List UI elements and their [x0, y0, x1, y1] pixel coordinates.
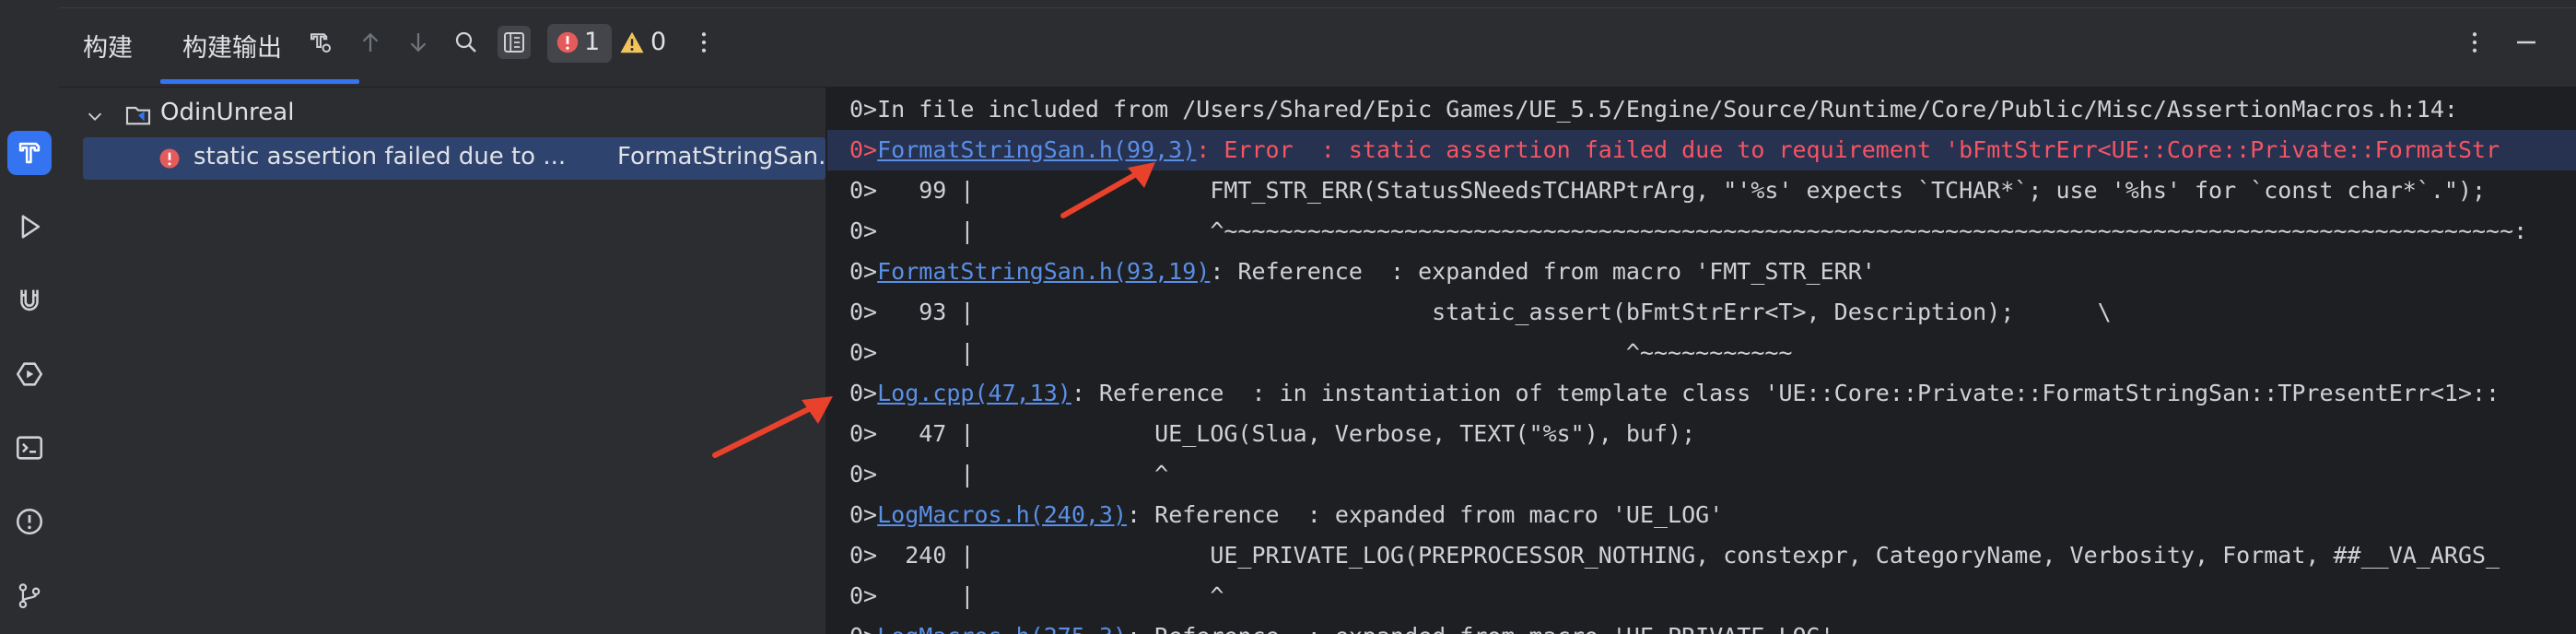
hammer-icon: [18, 142, 41, 164]
services-icon: [16, 362, 43, 386]
line-text: : Reference : in instantiation of templa…: [1071, 380, 2500, 406]
console-line: 0> 93 | static_assert(bFmtStrErr<T>, Des…: [849, 299, 2112, 325]
line-prefix: 0>: [849, 623, 877, 634]
tab-build[interactable]: 构建: [83, 28, 133, 64]
arrow-up-icon: [362, 32, 379, 52]
chevron-down-icon[interactable]: [85, 106, 105, 126]
debug-tool-button[interactable]: [7, 278, 52, 323]
console-line: 0>LogMacros.h(240,3): Reference : expand…: [849, 495, 1723, 535]
line-prefix: 0>: [849, 380, 878, 406]
next-message-button[interactable]: [402, 26, 435, 59]
console-line: 0>LogMacros.h(275,3): Reference : expand…: [849, 616, 1834, 634]
search-icon: [455, 31, 476, 53]
terminal-icon: [16, 436, 43, 460]
more-vertical-icon: [2472, 32, 2477, 53]
error-count: 1: [584, 28, 601, 56]
project-folder-icon: [125, 106, 151, 125]
tree-error-item[interactable]: static assertion failed due to ... Forma…: [83, 137, 841, 180]
error-icon: [556, 31, 579, 53]
build-tool-button[interactable]: [7, 131, 52, 175]
previous-message-button[interactable]: [354, 26, 387, 59]
line-text: : Reference : expanded from macro 'UE_LO…: [1127, 501, 1724, 528]
arrow-down-icon: [410, 33, 427, 53]
window-options-button[interactable]: [2458, 26, 2491, 59]
hide-window-button[interactable]: [2510, 26, 2543, 59]
more-options-button[interactable]: [687, 26, 720, 59]
run-tool-button[interactable]: [7, 205, 52, 249]
search-button[interactable]: [450, 26, 483, 59]
console-line: 0> | ^: [849, 582, 1224, 609]
annotation-arrow: [1060, 162, 1155, 218]
source-link[interactable]: LogMacros.h(240,3): [877, 501, 1127, 528]
tool-window-strip: [0, 0, 60, 634]
toggle-view-button[interactable]: [498, 26, 531, 59]
console-line: 0>Log.cpp(47,13): Reference : in instant…: [849, 373, 2500, 414]
tree-project-node[interactable]: OdinUnreal: [59, 93, 825, 135]
git-branch-icon: [18, 583, 41, 609]
warning-icon: [620, 31, 644, 53]
line-prefix: 0>: [849, 136, 878, 163]
more-vertical-icon: [701, 32, 707, 53]
warning-count: 0: [650, 28, 667, 56]
console-line: 0> | ^: [849, 461, 1169, 487]
annotation-arrow: [712, 396, 833, 458]
error-filter-icon-wrap: [551, 26, 584, 59]
tab-build-output[interactable]: 构建输出: [182, 28, 282, 64]
line-text: : Reference : expanded from macro 'FMT_S…: [1210, 258, 1876, 285]
error-message: static assertion failed due to ...: [193, 143, 567, 170]
line-text: : Reference : expanded from macro 'UE_PR…: [1127, 623, 1834, 634]
build-tool-window-header: 构建 构建输出 1 0: [59, 0, 2576, 88]
error-icon: [159, 148, 180, 169]
git-tool-button[interactable]: [7, 573, 52, 617]
services-tool-button[interactable]: [7, 352, 52, 396]
console-line: 0>FormatStringSan.h(93,19): Reference : …: [849, 252, 1876, 292]
error-text: : Error : static assertion failed due to…: [1196, 136, 2500, 163]
hammer-settings-icon: [310, 33, 331, 53]
active-tab-indicator: [160, 79, 359, 84]
source-link[interactable]: Log.cpp(47,13): [877, 380, 1071, 406]
project-name: OdinUnreal: [160, 99, 295, 126]
layout-panel-icon: [504, 32, 524, 53]
source-link[interactable]: LogMacros.h(275,3): [877, 623, 1127, 634]
run-icon: [21, 215, 41, 239]
warning-filter-toggle[interactable]: [615, 26, 649, 59]
terminal-tool-button[interactable]: [7, 426, 52, 470]
build-options-button[interactable]: [304, 26, 337, 59]
error-file-name: FormatStringSan.h: [617, 143, 841, 170]
console-line: 0> 47 | UE_LOG(Slua, Verbose, TEXT("%s")…: [849, 420, 1696, 447]
magnet-icon: [20, 289, 39, 311]
line-prefix: 0>: [849, 258, 878, 285]
minimize-icon: [2517, 41, 2535, 44]
build-tree-panel: OdinUnreal static assertion failed due t…: [59, 88, 841, 634]
problems-icon: [16, 508, 43, 535]
source-link[interactable]: FormatStringSan.h(93,19): [877, 258, 1210, 285]
problems-tool-button[interactable]: [7, 499, 52, 544]
console-line: 0> | ^~~~~~~~~~~~: [849, 339, 1793, 366]
editor-tab-strip-edge: [59, 0, 2576, 8]
console-line: 0> 240 | UE_PRIVATE_LOG(PREPROCESSOR_NOT…: [849, 542, 2500, 569]
line-prefix: 0>: [849, 501, 878, 528]
console-line: 0>In file included from /Users/Shared/Ep…: [849, 96, 2458, 123]
